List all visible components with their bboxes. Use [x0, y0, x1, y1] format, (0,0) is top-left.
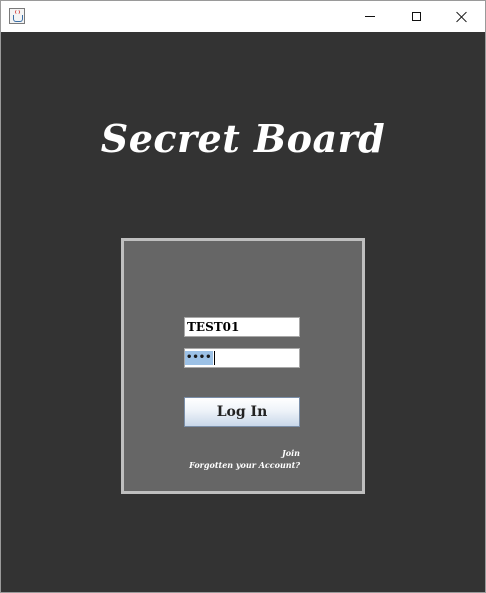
- main-content: Secret Board •••• Log In Join Forgotten …: [1, 32, 485, 592]
- minimize-button[interactable]: [347, 1, 393, 32]
- password-mask: ••••: [185, 351, 213, 365]
- maximize-icon: [411, 12, 421, 21]
- password-input[interactable]: ••••: [184, 348, 300, 368]
- java-cup-icon[interactable]: [9, 8, 25, 24]
- app-window: Secret Board •••• Log In Join Forgotten …: [0, 0, 486, 593]
- app-title: Secret Board: [100, 116, 386, 161]
- maximize-button[interactable]: [393, 1, 439, 32]
- close-icon: [456, 11, 468, 23]
- login-panel: •••• Log In Join Forgotten your Account?: [121, 238, 365, 494]
- join-link[interactable]: Join: [124, 448, 300, 458]
- close-button[interactable]: [439, 1, 485, 32]
- username-input[interactable]: [184, 317, 300, 337]
- login-button[interactable]: Log In: [184, 397, 300, 427]
- forgot-account-link[interactable]: Forgotten your Account?: [124, 460, 300, 470]
- minimize-icon: [365, 16, 375, 17]
- title-bar[interactable]: [1, 1, 485, 32]
- text-caret: [213, 351, 215, 365]
